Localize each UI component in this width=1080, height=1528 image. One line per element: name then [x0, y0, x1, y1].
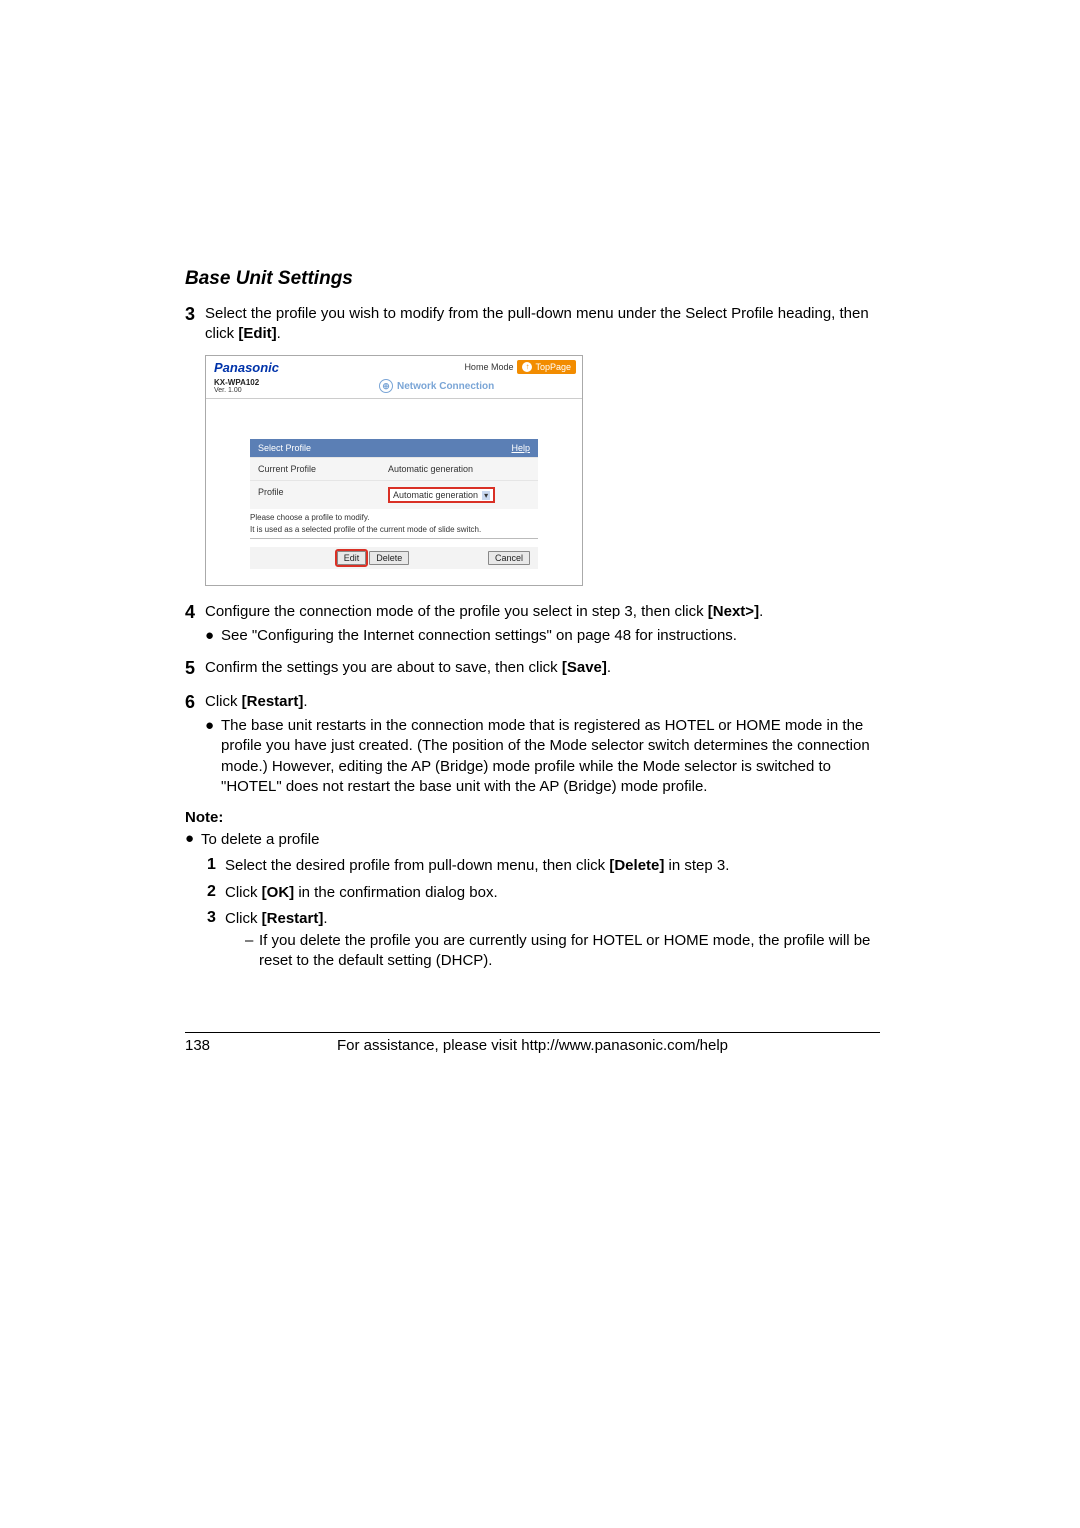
step-num-3: 3 — [185, 304, 205, 326]
network-connection-heading: ⊕ Network Connection — [379, 379, 494, 395]
note-heading: Note: — [185, 809, 880, 826]
bullet-icon: ● — [205, 626, 221, 646]
bullet-icon: ● — [205, 716, 221, 736]
step-num-6: 6 — [185, 692, 205, 714]
profile-select-value: Automatic generation — [393, 490, 478, 500]
step-3-bold: [Edit] — [238, 325, 276, 342]
top-page-label: TopPage — [535, 362, 571, 372]
sub1-text-b: in step 3. — [664, 857, 729, 874]
dash-icon: – — [245, 931, 259, 972]
chevron-down-icon: ▾ — [482, 491, 490, 500]
note-bullet-text: To delete a profile — [201, 830, 880, 850]
step-4-bold: [Next>] — [708, 603, 759, 620]
sub-step-1: 1 Select the desired profile from pull-d… — [207, 856, 880, 876]
step-4-bullet: See "Configuring the Internet connection… — [221, 626, 880, 646]
step-3-text: Select the profile you wish to modify fr… — [205, 304, 880, 345]
step-6-bold: [Restart] — [242, 693, 304, 710]
sub1-text-a: Select the desired profile from pull-dow… — [225, 857, 609, 874]
sub1-bold: [Delete] — [609, 857, 664, 874]
sub-step-num-3: 3 — [207, 909, 225, 927]
step-5-text-a: Confirm the settings you are about to sa… — [205, 659, 562, 676]
sub-step-num-2: 2 — [207, 883, 225, 901]
step-5-text-b: . — [607, 659, 611, 676]
config-screenshot: Panasonic Home Mode ↑ TopPage KX-WPA102 … — [205, 355, 583, 586]
edit-button[interactable]: Edit — [337, 551, 367, 565]
step-4-text-b: . — [759, 603, 763, 620]
current-profile-value: Automatic generation — [380, 458, 538, 480]
version-label: Ver. 1.00 — [214, 387, 259, 394]
sub3-text-b: . — [323, 910, 327, 927]
sub-step-2: 2 Click [OK] in the confirmation dialog … — [207, 883, 880, 903]
footer-text: For assistance, please visit http://www.… — [225, 1037, 840, 1054]
profile-select[interactable]: Automatic generation ▾ — [388, 487, 495, 503]
step-6-text-b: . — [303, 693, 307, 710]
step-4-text-a: Configure the connection mode of the pro… — [205, 603, 708, 620]
step-3-text-a: Select the profile you wish to modify fr… — [205, 305, 869, 342]
top-page-button[interactable]: ↑ TopPage — [517, 360, 576, 374]
home-mode-label: Home Mode — [464, 362, 513, 372]
sub2-text-b: in the confirmation dialog box. — [294, 884, 497, 901]
sub3-text-a: Click — [225, 910, 262, 927]
page-number: 138 — [185, 1037, 225, 1054]
sub3-bold: [Restart] — [262, 910, 324, 927]
instruction-line-1: Please choose a profile to modify. — [250, 509, 538, 525]
sub2-bold: [OK] — [262, 884, 295, 901]
step-6-bullet: The base unit restarts in the connection… — [221, 716, 880, 797]
network-connection-label: Network Connection — [397, 381, 494, 392]
bullet-icon: ● — [185, 830, 201, 847]
profile-label: Profile — [250, 481, 380, 509]
current-profile-label: Current Profile — [250, 458, 380, 480]
cancel-button[interactable]: Cancel — [488, 551, 530, 565]
select-profile-heading: Select Profile — [258, 443, 311, 453]
help-link[interactable]: Help — [511, 443, 530, 453]
section-title: Base Unit Settings — [185, 268, 880, 290]
model-number: KX-WPA102 — [214, 379, 259, 388]
step-4: 4 Configure the connection mode of the p… — [185, 602, 880, 647]
sub3-dash-text: If you delete the profile you are curren… — [259, 931, 880, 972]
step-3: 3 Select the profile you wish to modify … — [185, 304, 880, 345]
arrow-up-icon: ↑ — [522, 362, 532, 372]
delete-button[interactable]: Delete — [369, 551, 409, 565]
instruction-line-2: It is used as a selected profile of the … — [250, 525, 538, 539]
step-num-5: 5 — [185, 658, 205, 680]
step-6-text-a: Click — [205, 693, 242, 710]
step-5: 5 Confirm the settings you are about to … — [185, 658, 880, 680]
sub-step-3: 3 Click [Restart]. – If you delete the p… — [207, 909, 880, 972]
step-3-text-b: . — [277, 325, 281, 342]
sub-step-num-1: 1 — [207, 856, 225, 874]
globe-icon: ⊕ — [379, 379, 393, 393]
page-footer: 138 For assistance, please visit http://… — [185, 1032, 880, 1054]
brand-logo: Panasonic — [214, 360, 279, 375]
step-6: 6 Click [Restart]. ● The base unit resta… — [185, 692, 880, 797]
sub2-text-a: Click — [225, 884, 262, 901]
step-5-bold: [Save] — [562, 659, 607, 676]
step-num-4: 4 — [185, 602, 205, 624]
